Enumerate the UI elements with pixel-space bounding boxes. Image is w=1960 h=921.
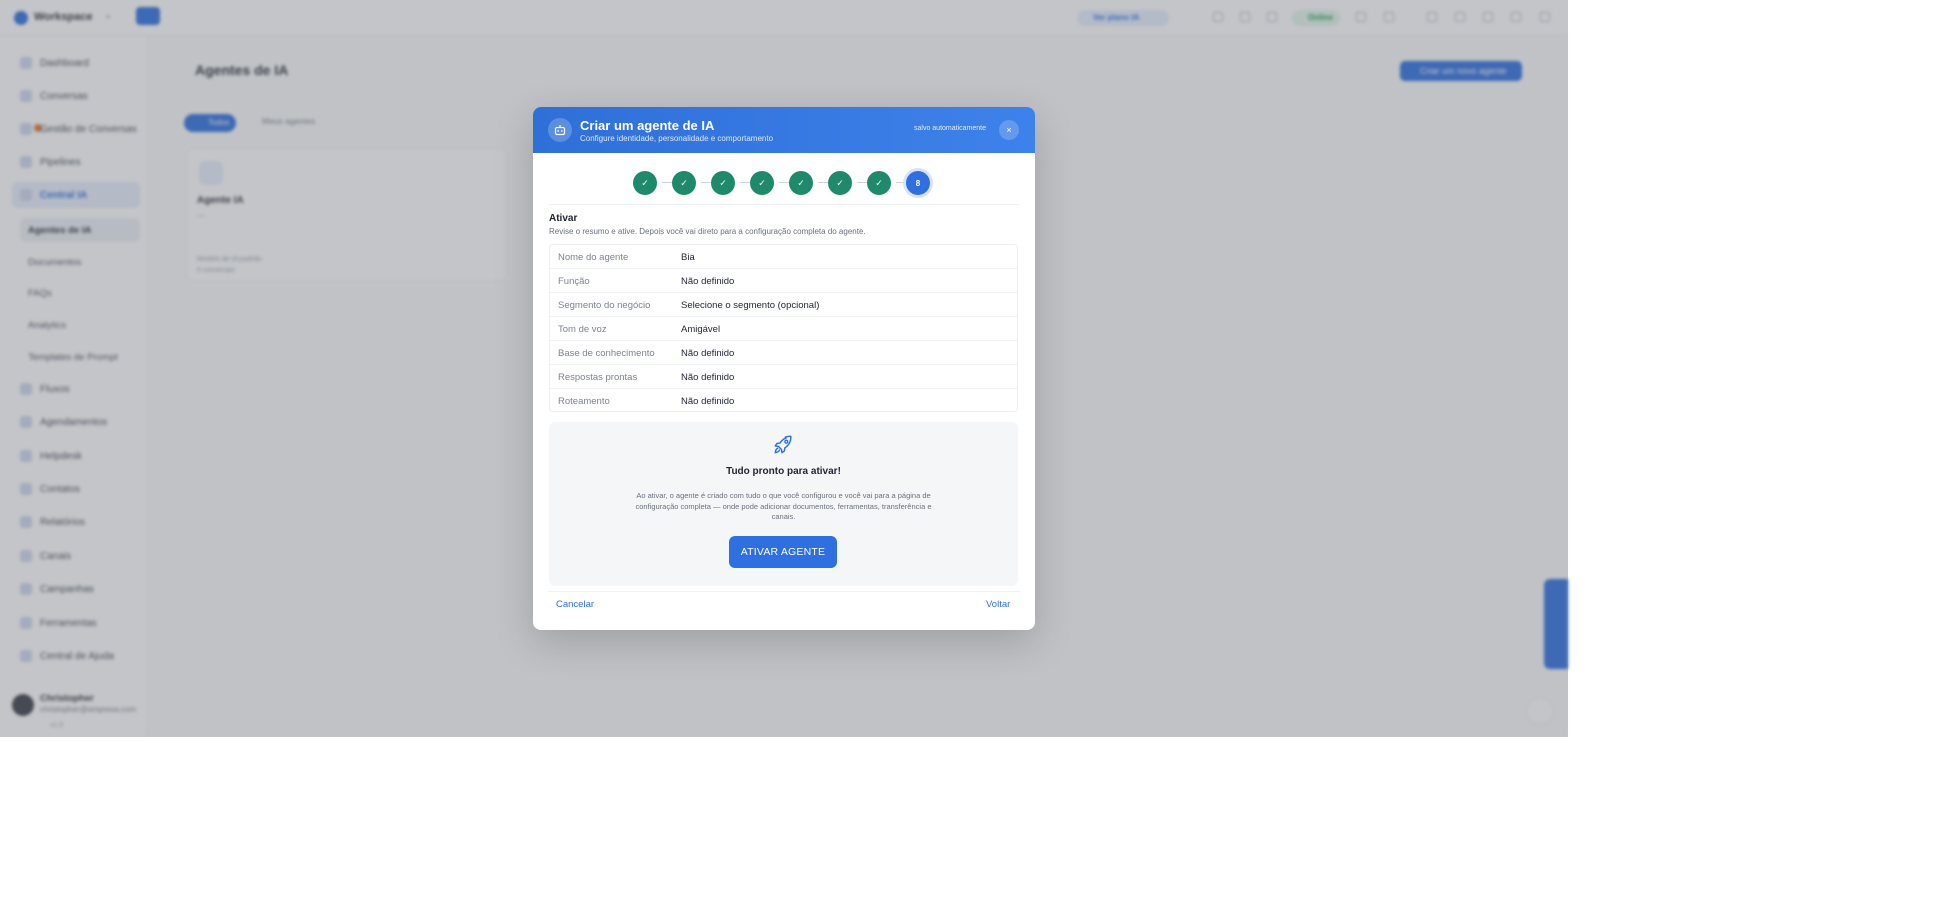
summary-value: Bia [681, 252, 695, 263]
divider [548, 591, 1020, 592]
summary-row-knowledge-base: Base de conhecimento Não definido [550, 341, 1017, 365]
summary-value: Amigável [681, 324, 721, 335]
section-title: Ativar [549, 213, 578, 224]
summary-row-tone: Tom de voz Amigável [550, 317, 1017, 341]
summary-label: Roteamento [558, 396, 610, 407]
summary-label: Respostas prontas [558, 372, 638, 383]
create-agent-modal: Criar um agente de IA Configure identida… [533, 107, 1035, 630]
divider [548, 204, 1020, 205]
step-8-current[interactable]: 8 [906, 171, 930, 195]
summary-table: Nome do agente Bia Função Não definido S… [549, 244, 1018, 412]
step-7-check-icon[interactable]: ✓ [867, 171, 891, 195]
summary-value: Não definido [681, 276, 735, 287]
back-button[interactable]: Voltar [986, 599, 1010, 610]
step-5-check-icon[interactable]: ✓ [789, 171, 813, 195]
activate-agent-button[interactable]: ATIVAR AGENTE [729, 536, 837, 568]
summary-row-function: Função Não definido [550, 269, 1017, 293]
summary-value: Selecione o segmento (opcional) [681, 300, 820, 311]
step-6-check-icon[interactable]: ✓ [828, 171, 852, 195]
step-3-check-icon[interactable]: ✓ [711, 171, 735, 195]
summary-row-agent-name: Nome do agente Bia [550, 245, 1017, 269]
summary-label: Base de conhecimento [558, 348, 655, 359]
robot-icon [548, 118, 572, 142]
summary-row-routing: Roteamento Não definido [550, 389, 1017, 413]
wizard-stepper: ✓ ✓ ✓ ✓ ✓ ✓ ✓ 8 [633, 171, 935, 195]
modal-title: Criar um agente de IA [580, 118, 715, 133]
summary-label: Tom de voz [558, 324, 607, 335]
ready-description: Ao ativar, o agente é criado com tudo o … [635, 491, 932, 521]
summary-label: Função [558, 276, 590, 287]
step-4-check-icon[interactable]: ✓ [750, 171, 774, 195]
step-1-check-icon[interactable]: ✓ [633, 171, 657, 195]
ready-title: Tudo pronto para ativar! [726, 466, 841, 477]
autosave-status: salvo automaticamente [914, 125, 986, 132]
summary-value: Não definido [681, 348, 735, 359]
cancel-button[interactable]: Cancelar [556, 599, 594, 610]
rocket-icon [774, 435, 792, 454]
modal-header: Criar um agente de IA Configure identida… [533, 107, 1035, 153]
section-description: Revise o resumo e ative. Depois você vai… [549, 227, 866, 236]
summary-label: Nome do agente [558, 252, 629, 263]
ready-panel: Tudo pronto para ativar! Ao ativar, o ag… [549, 422, 1018, 586]
summary-label: Segmento do negócio [558, 300, 651, 311]
close-icon[interactable]: × [999, 120, 1019, 140]
summary-row-quick-replies: Respostas prontas Não definido [550, 365, 1017, 389]
summary-value: Não definido [681, 372, 735, 383]
modal-subtitle: Configure identidade, personalidade e co… [580, 134, 774, 143]
step-2-check-icon[interactable]: ✓ [672, 171, 696, 195]
summary-value: Não definido [681, 396, 735, 407]
summary-row-segment: Segmento do negócio Selecione o segmento… [550, 293, 1017, 317]
